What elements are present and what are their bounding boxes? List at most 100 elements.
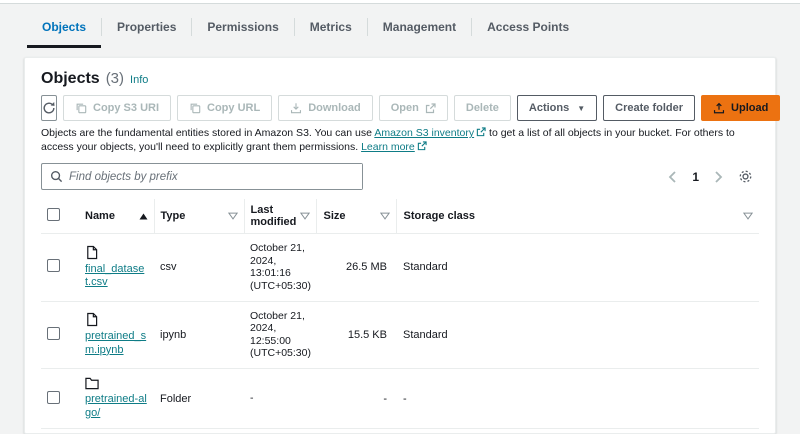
previous-page-button[interactable] — [668, 171, 677, 183]
select-all-checkbox[interactable] — [47, 208, 60, 222]
filter-icon[interactable] — [227, 212, 238, 220]
tab-access-points[interactable]: Access Points — [472, 8, 584, 48]
filter-icon[interactable] — [380, 212, 391, 220]
chevron-down-icon: ▼ — [577, 103, 586, 113]
copy-s3-uri-label: Copy S3 URI — [93, 102, 160, 114]
object-link[interactable]: pretrained_sm.ipynb — [85, 330, 146, 356]
type-header-label: Type — [160, 210, 186, 223]
delete-label: Delete — [465, 102, 499, 114]
tab-objects-label: Objects — [42, 19, 87, 34]
info-link[interactable]: Info — [130, 74, 148, 86]
sort-ascending-icon — [139, 213, 148, 220]
type-column-header[interactable]: Type — [154, 199, 245, 235]
download-label: Download — [308, 102, 361, 114]
select-all-header — [41, 199, 79, 235]
search-icon — [50, 170, 63, 183]
object-size: 15.5 KB — [316, 301, 397, 369]
object-link[interactable]: final_dataset.csv — [85, 263, 144, 289]
download-icon — [290, 102, 302, 114]
storage-class-header-label: Storage class — [403, 210, 476, 223]
copy-url-button[interactable]: Copy URL — [177, 95, 273, 121]
tab-properties-label: Properties — [117, 19, 177, 34]
bucket-tabs: Objects Properties Permissions Metrics M… — [0, 4, 800, 48]
open-button[interactable]: Open — [378, 95, 448, 121]
object-type: csv — [154, 233, 244, 302]
object-storage-class: Standard — [396, 301, 759, 369]
table-row: pretrained-algo/ Folder - - - — [41, 368, 759, 430]
object-last-modified: - — [244, 368, 317, 430]
list-controls: 1 — [41, 163, 759, 191]
upload-button[interactable]: Upload — [701, 95, 781, 121]
learn-more-link[interactable]: Learn more — [361, 141, 415, 153]
file-icon — [85, 312, 148, 327]
panel-header: Objects (3) Info — [41, 70, 759, 88]
name-column-header[interactable]: Name — [79, 199, 155, 235]
download-button[interactable]: Download — [278, 95, 373, 121]
last-modified-column-header[interactable]: Last modified — [244, 199, 318, 235]
tab-permissions[interactable]: Permissions — [192, 8, 293, 48]
delete-button[interactable]: Delete — [453, 95, 511, 121]
create-folder-button[interactable]: Create folder — [603, 95, 696, 121]
table-header-row: Name Type Last modified Size Storage cla… — [41, 199, 759, 235]
copy-url-label: Copy URL — [207, 102, 261, 114]
copy-icon — [189, 102, 201, 114]
pagination: 1 — [668, 169, 753, 184]
object-last-modified: October 21, 2024, 13:01:16 (UTC+05:30) — [244, 233, 317, 302]
row-checkbox[interactable] — [47, 390, 60, 404]
tab-metrics[interactable]: Metrics — [295, 8, 367, 48]
file-icon — [85, 245, 148, 260]
filter-icon[interactable] — [300, 212, 311, 220]
upload-label: Upload — [731, 102, 769, 114]
page-title: Objects — [41, 70, 100, 87]
objects-panel: Objects (3) Info Copy S3 URI Copy URL Do — [24, 57, 781, 434]
actions-label: Actions — [528, 102, 570, 114]
copy-icon — [75, 102, 87, 114]
object-size: - — [316, 368, 397, 430]
name-header-label: Name — [85, 210, 115, 223]
search-input[interactable] — [69, 164, 362, 190]
tab-permissions-label: Permissions — [207, 19, 279, 34]
last-modified-header-label: Last modified — [250, 204, 297, 229]
tab-management[interactable]: Management — [368, 8, 471, 48]
create-folder-label: Create folder — [615, 102, 684, 114]
tab-management-label: Management — [382, 19, 457, 34]
search-box — [41, 163, 363, 191]
copy-s3-uri-button[interactable]: Copy S3 URI — [63, 95, 172, 121]
s3-inventory-link-label: Amazon S3 inventory — [374, 127, 475, 139]
external-link-icon — [425, 102, 436, 114]
size-column-header[interactable]: Size — [316, 199, 398, 235]
object-last-modified: October 21, 2024, 12:55:00 (UTC+05:30) — [244, 301, 317, 369]
tab-metrics-label: Metrics — [309, 19, 352, 34]
tab-objects[interactable]: Objects — [27, 8, 102, 48]
object-type: Folder — [154, 368, 244, 430]
storage-class-column-header[interactable]: Storage class — [396, 199, 759, 235]
s3-inventory-link[interactable]: Amazon S3 inventory — [374, 127, 474, 139]
table-row: pretrained_sm.ipynb ipynb October 21, 20… — [41, 301, 759, 369]
object-size: 26.5 MB — [316, 233, 397, 302]
actions-button[interactable]: Actions ▼ — [516, 95, 598, 121]
tab-access-points-label: Access Points — [487, 19, 570, 34]
object-storage-class: - — [396, 368, 759, 430]
current-page[interactable]: 1 — [692, 170, 699, 184]
open-label: Open — [390, 102, 419, 114]
object-storage-class: Standard — [396, 233, 759, 302]
learn-more-link-label: Learn more — [361, 140, 415, 153]
object-link[interactable]: pretrained-algo/ — [85, 393, 147, 419]
folder-icon — [85, 377, 148, 390]
external-link-icon — [476, 127, 486, 140]
tab-properties[interactable]: Properties — [102, 8, 191, 48]
row-checkbox[interactable] — [47, 259, 60, 273]
description-text: Objects are the fundamental entities sto… — [41, 127, 375, 139]
refresh-button[interactable] — [41, 95, 57, 121]
object-count: (3) — [105, 70, 125, 87]
preferences-gear-icon[interactable] — [738, 169, 753, 184]
size-header-label: Size — [323, 210, 346, 223]
objects-table: Name Type Last modified Size Storage cla… — [41, 199, 759, 430]
upload-icon — [713, 102, 725, 114]
object-type: ipynb — [154, 301, 244, 369]
next-page-button[interactable] — [714, 171, 723, 183]
refresh-icon — [42, 101, 56, 115]
panel-description: Objects are the fundamental entities sto… — [41, 127, 759, 154]
row-checkbox[interactable] — [47, 326, 60, 340]
filter-icon[interactable] — [743, 212, 753, 220]
